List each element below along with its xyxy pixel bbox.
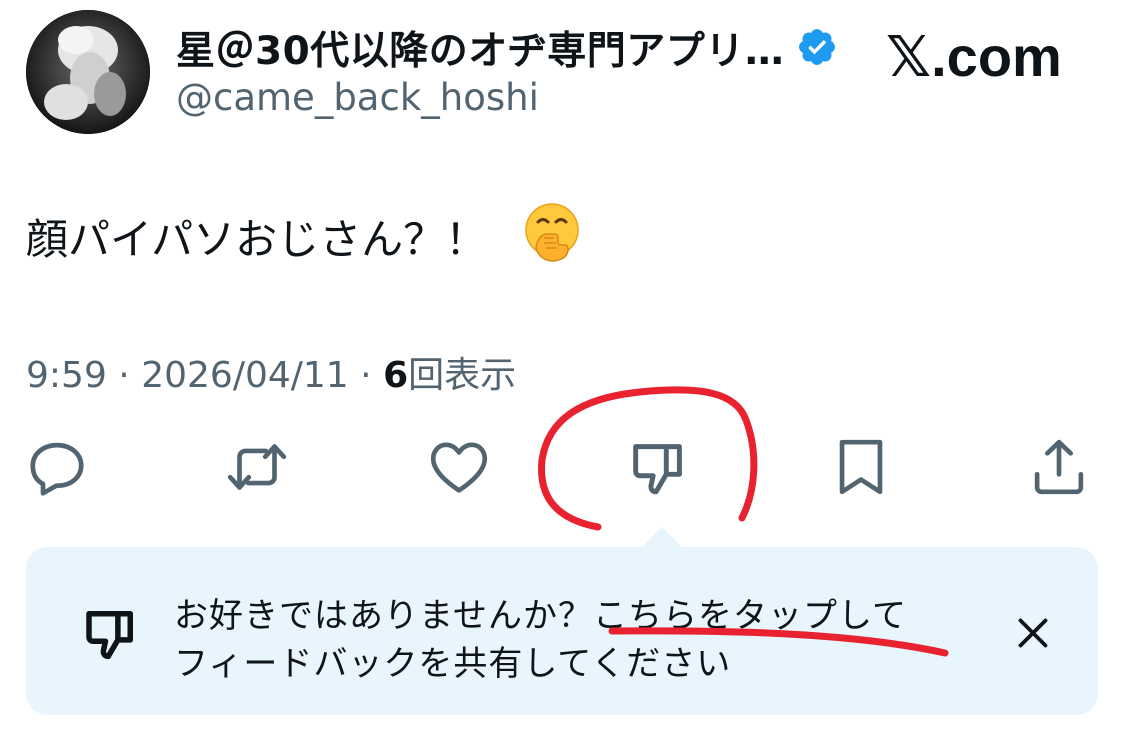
annotation-circle [538, 386, 758, 531]
annotation-underline [608, 627, 949, 657]
annotation-overlay [538, 386, 949, 657]
tweet-page: 星＠30代以降のオヂ専門アプリ… @came_back_hoshi 𝕏.com … [0, 0, 1125, 739]
